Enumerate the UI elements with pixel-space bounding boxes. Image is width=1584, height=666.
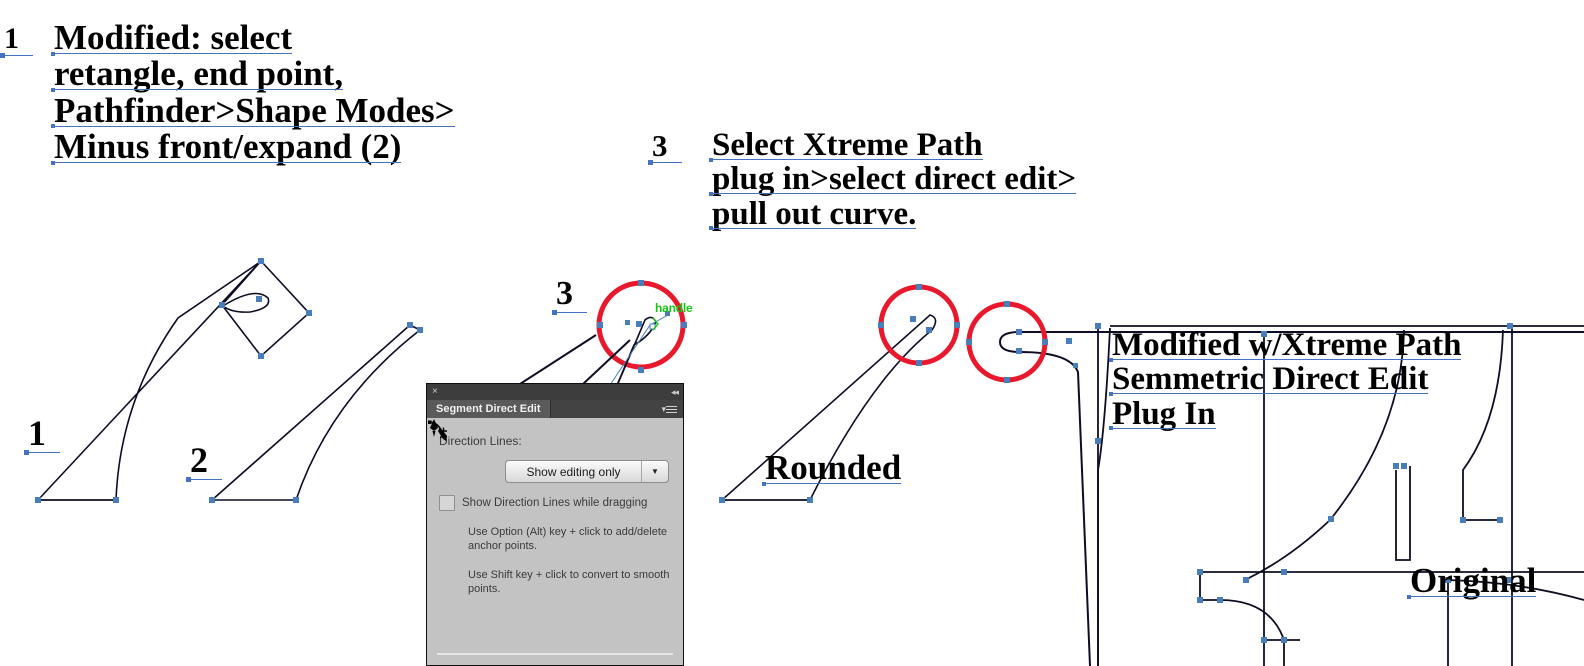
highlight-circle-right	[966, 301, 1048, 383]
shape-1-number: 1	[24, 415, 60, 456]
step-3-number: 3	[648, 130, 682, 165]
panel-body: Direction Lines: Show editing only ▼ Sho…	[427, 418, 683, 665]
modified-line-2: Semmetric Direct Edit	[1108, 361, 1429, 398]
panel-titlebar: × ◂◂	[427, 384, 683, 400]
step-3-line-2: plug in>select direct edit>	[708, 161, 1077, 198]
step-1-line-3: Pathfinder>Shape Modes>	[51, 90, 455, 130]
show-direction-lines-checkbox-row[interactable]: Show Direction Lines while dragging	[439, 495, 683, 511]
annotation-step-3-marker: 3	[648, 130, 682, 165]
annotation-modified-xtreme-path: Modified w/Xtreme Path Semmetric Direct …	[1108, 327, 1462, 432]
tip-convert-smooth-point: Use Shift key + click to convert to smoo…	[428, 420, 683, 597]
shape-2-label: 2	[186, 442, 222, 483]
path-wedge-1	[36, 261, 261, 501]
tip-add-delete-anchor-text: Use Option (Alt) key + click to add/dele…	[468, 526, 668, 553]
shape-2-number: 2	[186, 442, 222, 483]
annotation-step-3-text: Select Xtreme Path plug in>select direct…	[708, 127, 1077, 232]
step-1-line-1: Modified: select	[50, 18, 293, 57]
path-wedge-2	[209, 324, 422, 501]
shape-1-label: 1	[24, 415, 60, 456]
convert-anchor-point-tool-icon	[428, 420, 461, 592]
original-label: Original	[1406, 561, 1537, 600]
close-icon[interactable]: ×	[432, 387, 438, 397]
circle-3-label: 3	[552, 277, 587, 316]
shape-group-left	[36, 259, 422, 501]
handle-label: handle	[655, 301, 693, 315]
panel-bottom-separator	[437, 653, 673, 655]
direction-lines-label: Direction Lines:	[439, 434, 522, 448]
original-text: Original	[1406, 561, 1537, 600]
step-3-line-1: Select Xtreme Path	[709, 127, 983, 163]
add-anchor-point-tool-icon	[430, 419, 461, 549]
panel-tab-bar: Segment Direct Edit ▾	[427, 400, 683, 418]
step-1-line-2: retangle, end point,	[50, 54, 344, 94]
step-1-line-4: Minus front/expand (2)	[50, 127, 402, 167]
segment-direct-edit-panel[interactable]: × ◂◂ Segment Direct Edit ▾ Direction Lin…	[426, 383, 684, 666]
tip-add-delete-anchor: Use Option (Alt) key + click to add/dele…	[430, 419, 683, 554]
tab-filler	[551, 400, 656, 418]
annotation-step-1-text: Modified: select retangle, end point, Pa…	[50, 18, 455, 167]
step-1-number: 1	[0, 24, 33, 58]
modified-line-1: Modified w/Xtreme Path	[1108, 327, 1462, 363]
dropdown-value: Show editing only	[526, 464, 621, 479]
tip-convert-smooth-point-text: Use Shift key + click to convert to smoo…	[468, 568, 670, 595]
rounded-label: Rounded	[761, 448, 902, 487]
show-direction-lines-label: Show Direction Lines while dragging	[462, 497, 648, 509]
path-rotated-rectangle	[220, 259, 311, 358]
highlight-circles	[596, 280, 1048, 383]
collapse-panel-icon[interactable]: ◂◂	[671, 387, 679, 398]
tab-segment-direct-edit[interactable]: Segment Direct Edit	[427, 400, 551, 418]
modified-line-3: Plug In	[1109, 395, 1216, 432]
direction-lines-dropdown[interactable]: Show editing only ▼	[505, 460, 669, 483]
rounded-text: Rounded	[761, 448, 902, 487]
step-3-line-3: pull out curve.	[708, 195, 917, 232]
circle-3-number: 3	[552, 277, 587, 316]
hamburger-icon	[666, 404, 677, 415]
chevron-down-icon: ▼	[641, 461, 668, 482]
direction-lines-dropdown-row: Show editing only ▼	[427, 460, 683, 483]
annotation-step-1-marker: 1	[0, 24, 33, 58]
show-direction-lines-checkbox[interactable]	[439, 495, 455, 511]
panel-menu-icon[interactable]: ▾	[655, 400, 683, 418]
illustrator-artboard: 1 Modified: select retangle, end point, …	[0, 0, 1584, 666]
